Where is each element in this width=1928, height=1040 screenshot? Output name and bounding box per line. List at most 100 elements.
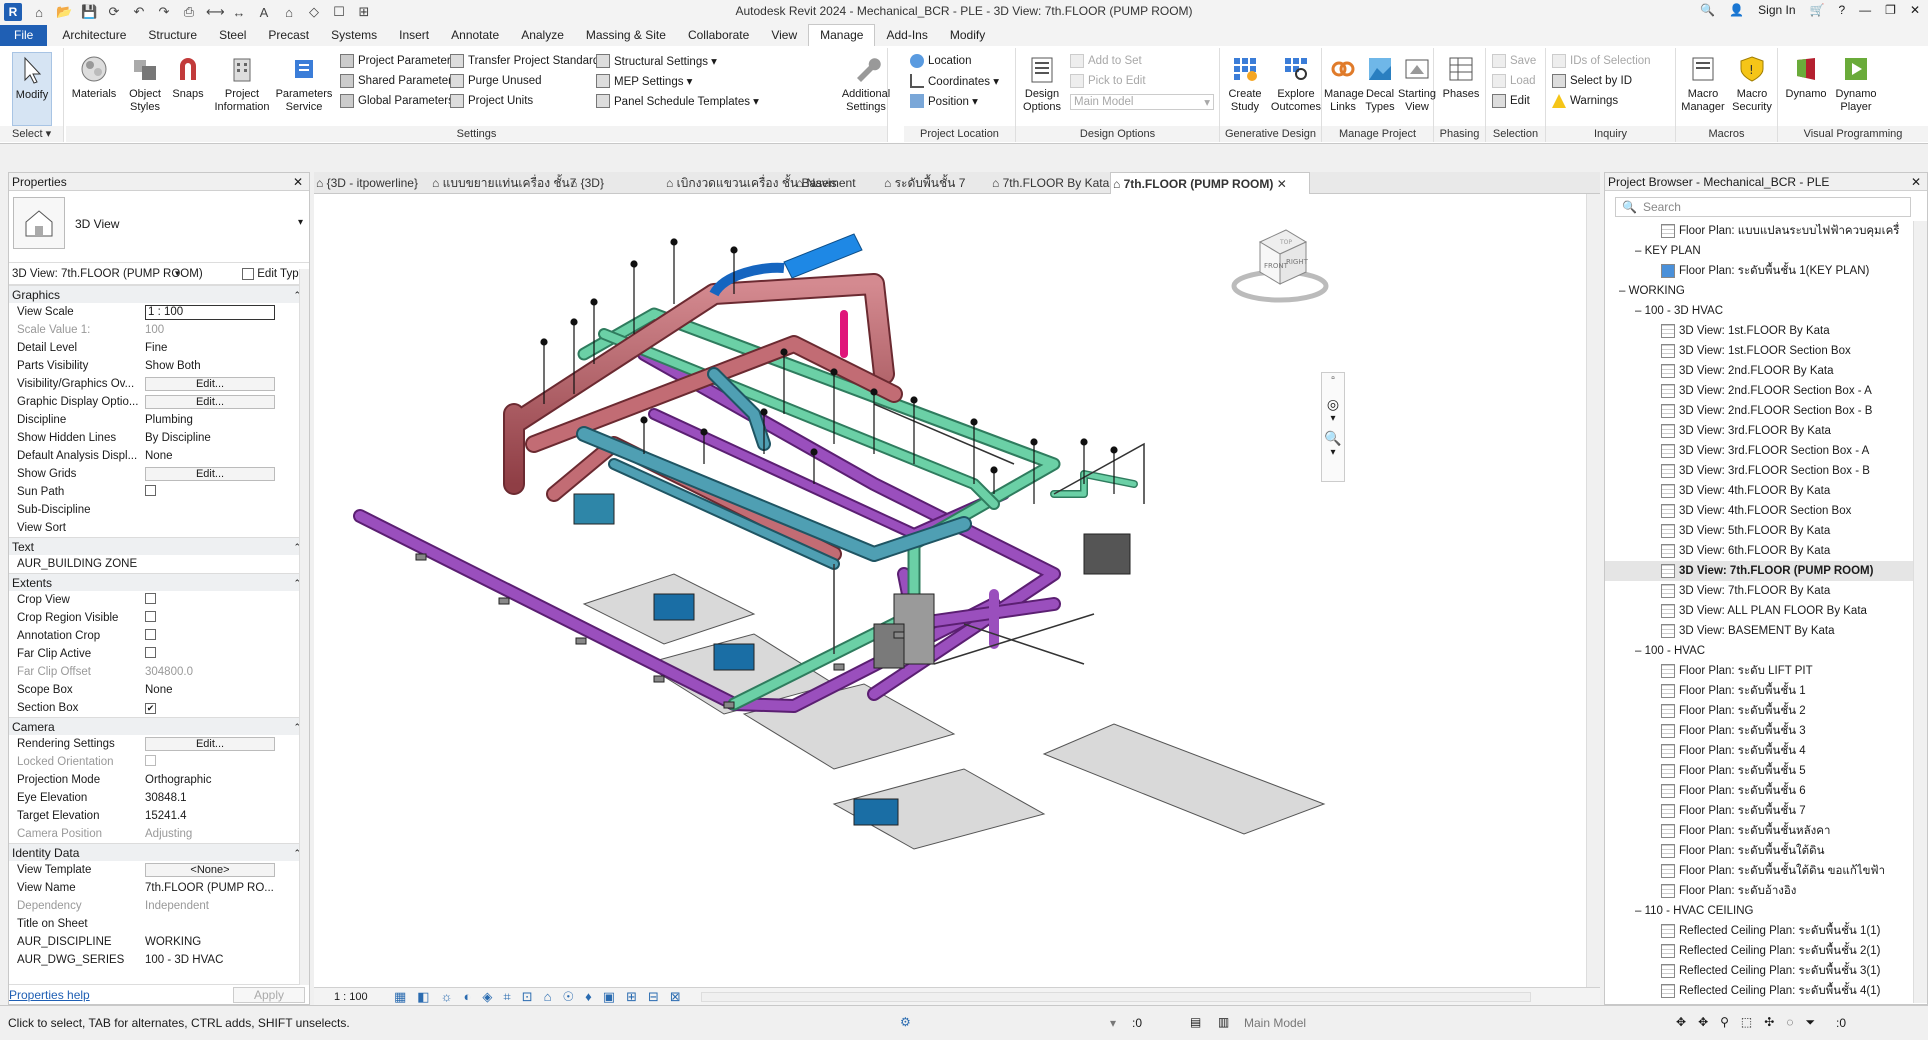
- browser-item[interactable]: 3D View: 1st.FLOOR By Kata: [1605, 321, 1913, 341]
- property-value[interactable]: Orthographic: [142, 774, 277, 786]
- show-crop-icon[interactable]: ⊡: [522, 989, 533, 1005]
- close-icon[interactable]: ✕: [1910, 3, 1920, 17]
- edit-button[interactable]: Edit...: [145, 467, 275, 481]
- browser-item[interactable]: Floor Plan: ระดับพื้นชั้น 1(KEY PLAN): [1605, 261, 1913, 281]
- checkbox[interactable]: [145, 485, 156, 496]
- sync-icon[interactable]: ⟳: [106, 4, 122, 20]
- checkbox[interactable]: [145, 629, 156, 640]
- tab-annotate[interactable]: Annotate: [440, 25, 510, 46]
- checkbox[interactable]: [145, 611, 156, 622]
- steering-wheel-icon[interactable]: ◎: [1322, 396, 1344, 413]
- highlight-icon[interactable]: ⊟: [648, 989, 659, 1005]
- property-value[interactable]: 7th.FLOOR (PUMP RO...: [142, 882, 277, 894]
- browser-item[interactable]: – WORKING: [1605, 281, 1913, 301]
- view-tab[interactable]: ⌂ แบบขยายแท่นเครื่อง ชั้น7: [430, 172, 576, 194]
- property-value[interactable]: Independent: [142, 900, 277, 912]
- browser-item[interactable]: 3D View: 3rd.FLOOR By Kata: [1605, 421, 1913, 441]
- properties-scrollbar[interactable]: [299, 269, 309, 985]
- select-by-face-icon[interactable]: ⬚: [1741, 1015, 1752, 1030]
- tab-insert[interactable]: Insert: [388, 25, 440, 46]
- checkbox[interactable]: [145, 755, 156, 766]
- close-hidden-icon[interactable]: ☐: [331, 4, 347, 20]
- browser-item[interactable]: – KEY PLAN: [1605, 241, 1913, 261]
- collapse-icon[interactable]: –: [1635, 305, 1645, 317]
- section-icon[interactable]: ◇: [306, 4, 322, 20]
- project-information-button[interactable]: Project Information: [210, 52, 274, 114]
- checkbox[interactable]: ✔: [145, 703, 156, 714]
- reveal-hidden-icon[interactable]: ♦: [585, 989, 592, 1005]
- tab-systems[interactable]: Systems: [320, 25, 388, 46]
- add-to-set-button[interactable]: Add to Set: [1070, 54, 1142, 68]
- save-icon[interactable]: 💾: [81, 4, 97, 20]
- browser-item[interactable]: 3D View: 2nd.FLOOR By Kata: [1605, 361, 1913, 381]
- property-value[interactable]: Adjusting: [142, 828, 277, 840]
- background-process-icon[interactable]: ◌: [1786, 1015, 1793, 1030]
- browser-item[interactable]: Floor Plan: ระดับพื้นชั้นใต้ดิน: [1605, 841, 1913, 861]
- project-parameters-button[interactable]: Project Parameters: [340, 54, 456, 68]
- pipe-model-canvas[interactable]: [314, 194, 1600, 987]
- browser-item[interactable]: Floor Plan: ระดับพื้นชั้น 6: [1605, 781, 1913, 801]
- tab-collaborate[interactable]: Collaborate: [677, 25, 760, 46]
- filter-icon[interactable]: ⏷: [1805, 1015, 1815, 1030]
- decal-types-button[interactable]: Decal Types: [1362, 52, 1398, 114]
- detail-level-icon[interactable]: ▦: [394, 989, 406, 1005]
- structural-settings-button[interactable]: Structural Settings ▾: [596, 54, 717, 68]
- edit-button[interactable]: Edit...: [145, 737, 275, 751]
- edit-type-button[interactable]: Edit Type: [242, 267, 305, 280]
- viewcube-front[interactable]: FRONT: [1264, 262, 1289, 270]
- tab-precast[interactable]: Precast: [257, 25, 320, 46]
- text-icon[interactable]: A: [256, 5, 272, 20]
- property-value[interactable]: Plumbing: [142, 414, 277, 426]
- browser-item[interactable]: 3D View: 3rd.FLOOR Section Box - A: [1605, 441, 1913, 461]
- parameters-service-button[interactable]: Parameters Service: [272, 52, 336, 114]
- snaps-button[interactable]: Snaps: [166, 52, 210, 101]
- minimize-icon[interactable]: —: [1859, 3, 1871, 17]
- active-design-option[interactable]: Main Model: [1244, 1016, 1306, 1030]
- tab-modify[interactable]: Modify: [939, 25, 996, 46]
- view-scale-input[interactable]: 1 : 100: [145, 304, 275, 320]
- transfer-standards-button[interactable]: Transfer Project Standards: [450, 54, 605, 68]
- position-button[interactable]: Position ▾: [910, 94, 978, 108]
- design-options-button[interactable]: Design Options: [1018, 52, 1066, 114]
- property-value[interactable]: Fine: [142, 342, 277, 354]
- dynamo-button[interactable]: Dynamo: [1782, 52, 1830, 101]
- browser-item[interactable]: Floor Plan: ระดับพื้นชั้นใต้ดิน ขอแก้ไขฟ…: [1605, 861, 1913, 881]
- materials-button[interactable]: Materials: [68, 52, 120, 101]
- pick-to-edit-button[interactable]: Pick to Edit: [1070, 74, 1146, 88]
- ids-of-selection-button[interactable]: IDs of Selection: [1552, 54, 1651, 68]
- select-by-id-button[interactable]: Select by ID: [1552, 74, 1632, 88]
- browser-item[interactable]: 3D View: 2nd.FLOOR Section Box - A: [1605, 381, 1913, 401]
- save-selection-button[interactable]: Save: [1492, 54, 1536, 68]
- apply-button[interactable]: Apply: [233, 986, 305, 1003]
- create-study-button[interactable]: Create Study: [1222, 52, 1268, 114]
- view-tab[interactable]: ⌂ 7th.FLOOR By Kata: [990, 172, 1109, 194]
- help-icon[interactable]: ?: [1838, 3, 1845, 17]
- phases-button[interactable]: Phases: [1438, 52, 1484, 101]
- view-tab[interactable]: ⌂ {3D - itpowerline}: [314, 172, 426, 194]
- worksets-icon[interactable]: ⚙: [900, 1015, 911, 1029]
- modify-button[interactable]: Modify: [12, 52, 52, 126]
- browser-item[interactable]: Floor Plan: ระดับอ้างอิง: [1605, 881, 1913, 901]
- redo-icon[interactable]: ↷: [156, 4, 172, 20]
- close-icon[interactable]: ✕: [1273, 177, 1287, 191]
- view-tab[interactable]: ⌂ เบิกงวดแขวนเครื่อง ชั้น Basement: [664, 172, 856, 194]
- crop-icon[interactable]: ⌗: [503, 989, 510, 1005]
- property-value[interactable]: None: [142, 684, 277, 696]
- instance-filter[interactable]: 3D View: 7th.FLOOR (PUMP ROOM): [9, 268, 203, 280]
- section-identity[interactable]: Identity Data ⌃: [9, 843, 309, 861]
- collapse-icon[interactable]: –: [1619, 285, 1629, 297]
- property-value[interactable]: By Discipline: [142, 432, 277, 444]
- shadows-icon[interactable]: ◐: [464, 989, 472, 1005]
- tab-add-ins[interactable]: Add-Ins: [875, 25, 938, 46]
- chevron-down-icon[interactable]: ▾: [1322, 413, 1344, 424]
- 3d-viewport[interactable]: FRONT RIGHT TOP ▫ ◎ ▾ 🔍 ▾: [314, 194, 1600, 987]
- temp-view-icon[interactable]: ▣: [603, 989, 615, 1005]
- chevron-down-icon[interactable]: ▾: [1322, 447, 1344, 458]
- browser-item[interactable]: 3D View: 2nd.FLOOR Section Box - B: [1605, 401, 1913, 421]
- property-value[interactable]: 100: [142, 324, 277, 336]
- view-tab[interactable]: ⌂ 7th.FLOOR (PUMP ROOM) ✕: [1110, 172, 1310, 194]
- revit-logo-icon[interactable]: R: [4, 3, 22, 21]
- browser-item[interactable]: Reflected Ceiling Plan: ระดับพื้นชั้น 3(…: [1605, 961, 1913, 981]
- type-selector[interactable]: 3D View ▾: [9, 191, 309, 263]
- browser-item[interactable]: 3D View: 6th.FLOOR By Kata: [1605, 541, 1913, 561]
